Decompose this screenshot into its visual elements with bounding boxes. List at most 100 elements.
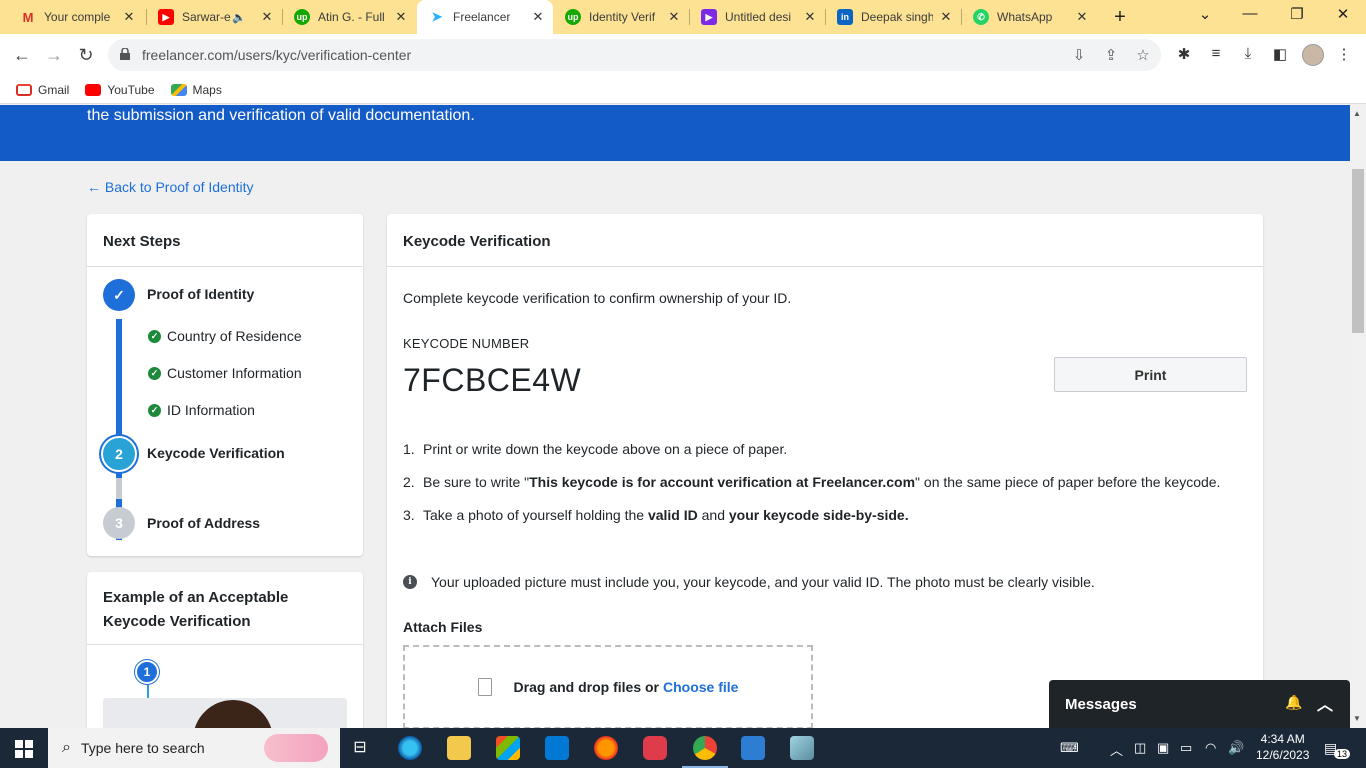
- step-2-marker: 2: [101, 436, 137, 472]
- scrollbar-thumb[interactable]: [1352, 169, 1364, 333]
- address-bar[interactable]: freelancer.com/users/kyc/verification-ce…: [108, 39, 1161, 71]
- bell-icon[interactable]: 🔔: [1285, 694, 1302, 711]
- taskbar-search[interactable]: ⌕ Type here to search: [48, 728, 340, 768]
- speaker-icon[interactable]: 🔈: [232, 11, 246, 24]
- notepad-icon[interactable]: [790, 736, 814, 760]
- youtube-icon: ▶: [158, 9, 174, 25]
- tab-gmail[interactable]: M Your comple ✕: [8, 4, 144, 30]
- step-progress-line: [116, 319, 122, 431]
- linkedin-icon: in: [837, 9, 853, 25]
- close-window-button[interactable]: ✕: [1331, 5, 1355, 23]
- new-tab-button[interactable]: +: [1110, 6, 1130, 29]
- wifi-icon[interactable]: ◠: [1205, 740, 1216, 756]
- file-dropzone[interactable]: Drag and drop files or Choose file: [403, 645, 813, 728]
- volume-icon[interactable]: 🔊: [1228, 740, 1244, 756]
- sub-step-label: Customer Information: [167, 365, 302, 381]
- close-icon[interactable]: ✕: [394, 9, 408, 25]
- tray-chevron-icon[interactable]: ︿: [1110, 740, 1123, 759]
- messages-panel[interactable]: Messages 🔔 ︿: [1049, 680, 1350, 728]
- tab-upwork-profile[interactable]: up Atin G. - Full ✕: [282, 4, 416, 30]
- scroll-up-icon[interactable]: ▲: [1353, 109, 1361, 118]
- hero-text: the submission and verification of valid…: [87, 107, 475, 124]
- file-explorer-icon[interactable]: [447, 736, 471, 760]
- reload-button[interactable]: ↻: [74, 43, 98, 67]
- print-button[interactable]: Print: [1054, 357, 1247, 392]
- windows-start-icon[interactable]: [15, 740, 33, 758]
- example-title: Example of an Acceptable Keycode Verific…: [87, 572, 363, 645]
- scroll-down-icon[interactable]: ▼: [1353, 714, 1361, 723]
- intro-text: Complete keycode verification to confirm…: [403, 290, 792, 306]
- restore-button[interactable]: ❐: [1285, 5, 1309, 23]
- forward-button[interactable]: →: [42, 43, 66, 67]
- maps-icon: [170, 83, 187, 96]
- profile-avatar[interactable]: [1302, 44, 1324, 66]
- chevron-up-icon[interactable]: ︿: [1317, 691, 1333, 715]
- bookmark-gmail[interactable]: Gmail: [16, 83, 69, 97]
- step-pending-line: [116, 478, 122, 499]
- tab-title: Identity Verif: [589, 10, 656, 24]
- close-icon[interactable]: ✕: [803, 9, 817, 25]
- store-icon[interactable]: [496, 736, 520, 760]
- choose-file-link[interactable]: Choose file: [663, 679, 738, 695]
- chrome-icon[interactable]: [693, 736, 717, 760]
- tab-identity-verification[interactable]: up Identity Verif ✕: [553, 4, 689, 30]
- windows-taskbar: ⌕ Type here to search ⊟ ⌨ ︿ ◫ ▣ ▭ ◠ 🔊 4:…: [0, 728, 1366, 768]
- bookmark-youtube[interactable]: YouTube: [85, 83, 155, 97]
- side-panel-icon[interactable]: ◧: [1270, 45, 1290, 63]
- display-icon[interactable]: ▣: [1157, 740, 1169, 756]
- wps-icon[interactable]: [643, 736, 667, 760]
- clock-date: 12/6/2023: [1256, 748, 1310, 762]
- minimize-button[interactable]: —: [1238, 5, 1262, 22]
- close-icon[interactable]: ✕: [939, 9, 953, 25]
- downloads-icon[interactable]: ⤓: [1238, 45, 1258, 62]
- tab-youtube[interactable]: ▶ Sarwar-e 🔈 ✕: [146, 4, 282, 30]
- search-placeholder: Type here to search: [80, 740, 205, 756]
- keyboard-icon[interactable]: ⌨: [1060, 740, 1079, 756]
- tab-search-chevron-icon[interactable]: ⌄: [1193, 5, 1217, 23]
- close-icon[interactable]: ✕: [260, 9, 274, 25]
- system-clock[interactable]: 4:34 AM 12/6/2023: [1256, 731, 1309, 763]
- file-icon: [477, 678, 492, 696]
- meet-icon[interactable]: ◫: [1134, 740, 1146, 756]
- menu-icon[interactable]: ⋮: [1334, 45, 1354, 63]
- battery-icon[interactable]: ▭: [1180, 740, 1192, 756]
- edge-icon[interactable]: [398, 736, 422, 760]
- task-view-icon[interactable]: ⊟: [348, 736, 372, 760]
- gmail-icon: M: [22, 9, 34, 25]
- tab-linkedin[interactable]: in Deepak singh ✕: [825, 4, 961, 30]
- example-marker: 1: [135, 660, 159, 684]
- lock-icon: [120, 48, 130, 60]
- install-app-icon[interactable]: ⇩: [1070, 46, 1088, 64]
- tab-canva[interactable]: ▶ Untitled desi ✕: [689, 4, 825, 30]
- close-icon[interactable]: ✕: [531, 9, 545, 25]
- tab-freelancer[interactable]: ➤ Freelancer ✕: [417, 0, 553, 34]
- bookmark-maps[interactable]: Maps: [170, 83, 222, 97]
- sub-step-label: Country of Residence: [167, 328, 302, 344]
- sub-step-customer-information: ✓ Customer Information: [148, 365, 302, 381]
- extensions-icon[interactable]: ✱: [1174, 45, 1194, 63]
- instruction-item: 2. Be sure to write "This keycode is for…: [403, 474, 1221, 490]
- media-control-icon[interactable]: ≡: [1206, 45, 1226, 62]
- tab-title: WhatsApp: [997, 10, 1053, 24]
- video-editor-icon[interactable]: [741, 736, 765, 760]
- close-icon[interactable]: ✕: [1075, 9, 1089, 25]
- check-icon: ✓: [148, 329, 161, 343]
- notice-text: Your uploaded picture must include you, …: [431, 574, 1095, 590]
- close-icon[interactable]: ✕: [667, 9, 681, 25]
- notification-count-badge: 13: [1334, 749, 1351, 759]
- tab-whatsapp[interactable]: ✆ WhatsApp ✕: [961, 4, 1097, 30]
- browser-toolbar: ← → ↻ freelancer.com/users/kyc/verificat…: [0, 34, 1366, 76]
- close-icon[interactable]: ✕: [122, 9, 136, 25]
- example-photo: [103, 698, 347, 728]
- upload-notice: i Your uploaded picture must include you…: [403, 574, 1095, 590]
- share-icon[interactable]: ⇪: [1102, 46, 1120, 64]
- step-keycode-verification: Keycode Verification: [147, 445, 285, 461]
- bookmark-star-icon[interactable]: ☆: [1134, 46, 1152, 64]
- back-to-proof-of-identity-link[interactable]: ← Back to Proof of Identity: [87, 179, 254, 195]
- tab-title: Sarwar-e: [182, 10, 231, 24]
- page-scrollbar[interactable]: ▲ ▼: [1350, 105, 1366, 728]
- mail-icon[interactable]: [545, 736, 569, 760]
- example-card: Example of an Acceptable Keycode Verific…: [87, 572, 363, 728]
- firefox-icon[interactable]: [594, 736, 618, 760]
- back-button[interactable]: ←: [10, 43, 34, 67]
